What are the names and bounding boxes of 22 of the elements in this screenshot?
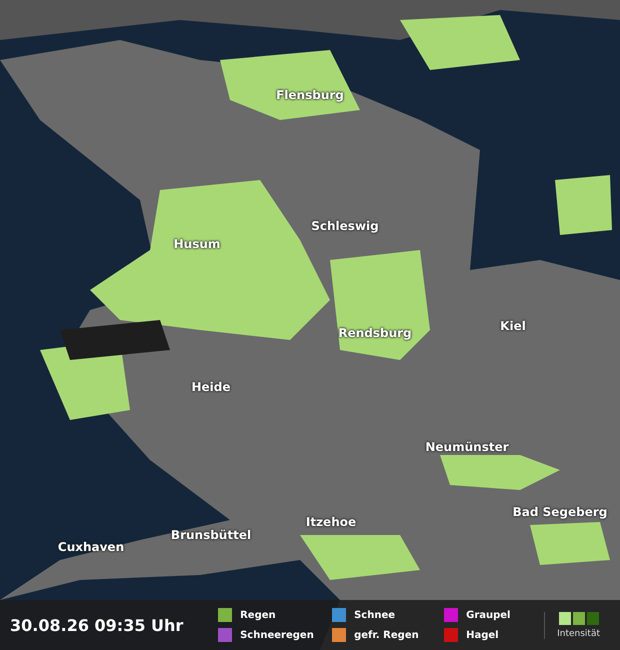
city-label: Brunsbüttel — [170, 528, 252, 542]
intensity-label: Intensität — [557, 628, 600, 638]
city-label: Rendsburg — [338, 326, 412, 340]
legend-label: Schneeregen — [240, 630, 314, 640]
city-label: Husum — [174, 237, 220, 251]
city-label: Bad Segeberg — [512, 505, 608, 519]
intensity-swatch — [586, 612, 599, 624]
city-label: Neumünster — [425, 440, 509, 454]
city-label: Schleswig — [311, 219, 379, 233]
city-label: Flensburg — [276, 88, 344, 102]
city-label: Itzehoe — [306, 515, 356, 529]
intensity-swatch — [558, 612, 571, 624]
city-label: Cuxhaven — [58, 540, 124, 554]
city-label: Heide — [191, 380, 231, 394]
legend-label: gefr. Regen — [354, 630, 419, 640]
timestamp: 30.08.26 09:35 Uhr — [9, 616, 184, 634]
legend-label: Regen — [240, 610, 276, 620]
legend-label: Schnee — [354, 610, 396, 620]
city-label: Kiel — [500, 319, 526, 333]
legend-label: Hagel — [466, 630, 499, 640]
legend-label: Graupel — [466, 610, 510, 620]
intensity-swatch — [572, 612, 585, 624]
